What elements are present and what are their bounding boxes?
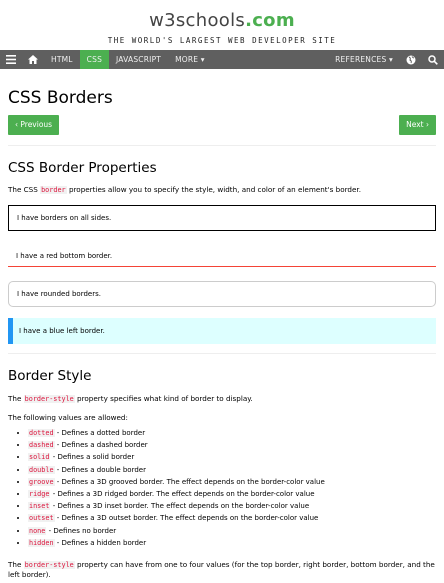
previous-button[interactable]: ‹ Previous <box>8 115 60 135</box>
section-title-border-style: Border Style <box>8 368 92 384</box>
list-item: outset - Defines a 3D outset border. The… <box>28 512 444 524</box>
code-border-style: border-style <box>23 561 75 569</box>
value-code: inset <box>28 502 51 511</box>
section-title-border-properties: CSS Border Properties <box>8 160 157 176</box>
top-navigation: HTML CSS JAVASCRIPT MORE ▾ REFERENCES ▾ <box>0 50 444 69</box>
footer-text: The <box>8 560 24 569</box>
next-button[interactable]: Next › <box>399 115 436 135</box>
list-item: inset - Defines a 3D inset border. The e… <box>28 500 444 512</box>
value-code: outset <box>28 514 55 523</box>
value-desc: - Defines a 3D outset border. The effect… <box>54 514 319 523</box>
nav-css[interactable]: CSS <box>79 50 110 69</box>
code-border: border <box>40 186 67 194</box>
divider <box>8 145 436 146</box>
code-border-style: border-style <box>23 395 75 403</box>
search-icon[interactable] <box>422 50 444 69</box>
bs-text: The <box>8 394 24 403</box>
nav-more[interactable]: MORE ▾ <box>168 50 212 69</box>
intro-paragraph: The CSS border properties allow you to s… <box>8 185 438 195</box>
value-desc: - Defines a dotted border <box>54 429 146 437</box>
value-desc: - Defines a 3D grooved border. The effec… <box>54 477 325 486</box>
logo-domain: .com <box>245 10 295 31</box>
allowed-values-paragraph: The following values are allowed: <box>8 413 128 422</box>
value-desc: - Defines a dashed border <box>54 441 148 450</box>
value-code: none <box>28 526 47 535</box>
list-item: groove - Defines a 3D grooved border. Th… <box>28 476 444 488</box>
value-code: ridge <box>28 490 51 499</box>
globe-icon[interactable] <box>400 50 422 69</box>
value-desc: - Defines a solid border <box>50 453 135 462</box>
nav-references[interactable]: REFERENCES ▾ <box>328 50 400 69</box>
site-tagline: THE WORLD'S LARGEST WEB DEVELOPER SITE <box>107 36 337 45</box>
value-desc: - Defines a 3D inset border. The effect … <box>50 502 310 511</box>
list-item: dotted - Defines a dotted border <box>28 427 444 439</box>
demo-blue-left-border: I have a blue left border. <box>8 318 436 344</box>
value-desc: - Defines a 3D ridged border. The effect… <box>50 490 315 499</box>
list-item: none - Defines no border <box>28 525 444 537</box>
value-desc: - Defines no border <box>46 526 117 535</box>
divider <box>8 353 436 354</box>
list-item: solid - Defines a solid border <box>28 451 444 463</box>
value-code: dashed <box>28 441 55 450</box>
list-item: ridge - Defines a 3D ridged border. The … <box>28 488 444 500</box>
border-style-paragraph: The border-style property specifies what… <box>8 394 438 404</box>
list-item: double - Defines a double border <box>28 464 444 476</box>
value-code: groove <box>28 477 55 486</box>
demo-rounded-border: I have rounded borders. <box>8 281 436 307</box>
value-code: solid <box>28 453 51 462</box>
intro-text: The CSS <box>8 185 41 194</box>
nav-html[interactable]: HTML <box>44 50 80 69</box>
home-icon[interactable] <box>22 50 44 69</box>
value-code: hidden <box>28 538 55 547</box>
list-item: dashed - Defines a dashed border <box>28 439 444 451</box>
logo-text: w3schools <box>149 10 246 31</box>
menu-icon[interactable] <box>0 50 22 69</box>
footer-paragraph: The border-style property can have from … <box>8 560 438 580</box>
value-desc: - Defines a hidden border <box>54 538 147 547</box>
page-title: CSS Borders <box>8 88 113 108</box>
value-code: dotted <box>28 429 55 437</box>
nav-javascript[interactable]: JAVASCRIPT <box>109 50 168 69</box>
site-logo[interactable]: w3schools.com <box>149 10 295 31</box>
demo-all-borders: I have borders on all sides. <box>8 205 436 231</box>
demo-red-bottom-border: I have a red bottom border. <box>8 245 436 267</box>
border-style-values-list: dotted - Defines a dotted border dashed … <box>8 427 444 549</box>
bs-text-end: property specifies what kind of border t… <box>74 394 253 403</box>
value-code: double <box>28 465 55 474</box>
value-desc: - Defines a double border <box>54 465 146 474</box>
list-item: hidden - Defines a hidden border <box>28 537 444 549</box>
intro-text-end: properties allow you to specify the styl… <box>66 185 361 194</box>
